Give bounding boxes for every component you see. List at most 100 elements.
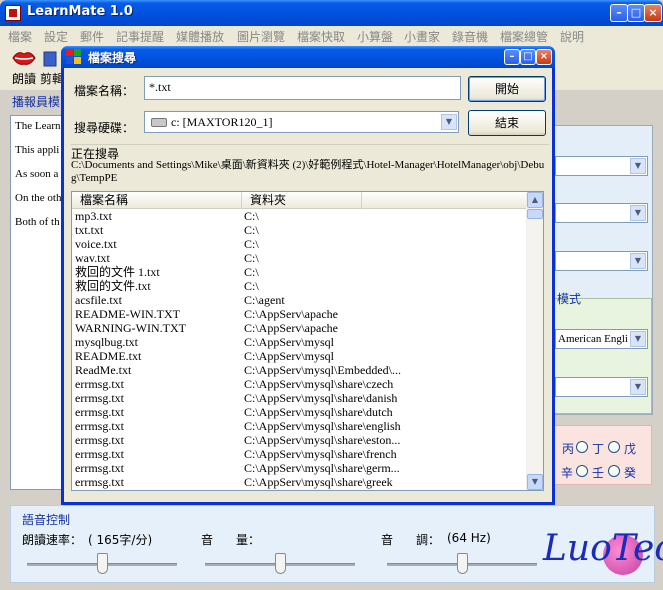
folder-cell: C:\	[244, 209, 259, 223]
vertical-scrollbar[interactable]: ▲ ▼	[526, 192, 543, 490]
list-item[interactable]: wav.txt C:\	[72, 251, 527, 265]
end-button[interactable]: 結束	[468, 110, 546, 136]
folder-cell: C:\	[244, 251, 259, 265]
scroll-up-icon[interactable]: ▲	[527, 192, 543, 208]
list-item[interactable]: WARNING-WIN.TXT C:\AppServ\apache	[72, 321, 527, 335]
radio-button[interactable]	[576, 441, 588, 453]
cut-icon[interactable]	[42, 50, 58, 68]
document-text-area[interactable]: The Learn choosing file. This appli spee…	[10, 115, 65, 490]
close-button[interactable]: ×	[644, 4, 662, 22]
column-filename[interactable]: 檔案名稱	[72, 192, 242, 209]
list-item[interactable]: errmsg.txt C:\AppServ\mysql\share\czech	[72, 377, 527, 391]
dialog-close-button[interactable]: ×	[536, 49, 552, 65]
rate-slider-thumb[interactable]	[97, 553, 108, 574]
menubar: 檔案 設定 郵件 記事提醒 媒體播放 圖片瀏覽 檔案快取 小算盤 小畫家 錄音機…	[0, 26, 663, 46]
list-item[interactable]: errmsg.txt C:\AppServ\mysql\share\germ...	[72, 461, 527, 475]
list-item[interactable]: acsfile.txt C:\agent	[72, 293, 527, 307]
hard-drive-icon	[151, 118, 167, 127]
list-item[interactable]: errmsg.txt C:\AppServ\mysql\share\english	[72, 419, 527, 433]
menu-reminder[interactable]: 記事提醒	[116, 28, 164, 45]
minimize-button[interactable]: –	[610, 4, 628, 22]
option-select-4[interactable]: ▼	[555, 377, 648, 397]
folder-cell: C:\	[244, 279, 259, 293]
pitch-slider-thumb[interactable]	[457, 553, 468, 574]
maximize-button[interactable]: □	[627, 4, 645, 22]
folder-cell: C:\agent	[244, 293, 285, 307]
start-search-button[interactable]: 開始	[468, 76, 546, 102]
folder-cell: C:\AppServ\mysql\share\dutch	[244, 405, 393, 419]
chevron-down-icon[interactable]: ▼	[630, 205, 646, 221]
volume-slider-thumb[interactable]	[275, 553, 286, 574]
main-titlebar[interactable]: LearnMate 1.0 – □ ×	[0, 0, 663, 26]
dialog-titlebar[interactable]: 檔案搜尋 – □ ×	[61, 46, 555, 68]
read-aloud-label[interactable]: 朗讀	[12, 70, 36, 87]
chevron-down-icon[interactable]: ▼	[630, 331, 646, 347]
radio-button[interactable]	[608, 441, 620, 453]
chevron-down-icon[interactable]: ▼	[630, 158, 646, 174]
drive-select[interactable]: c: [MAXTOR120_1] ▼	[144, 111, 459, 133]
app-title: LearnMate 1.0	[27, 4, 133, 19]
menu-image[interactable]: 圖片瀏覽	[237, 28, 285, 45]
voice-select[interactable]: American Engli ▼	[555, 329, 648, 349]
radio-button[interactable]	[576, 465, 588, 477]
menu-media[interactable]: 媒體播放	[176, 28, 224, 45]
paragraph: On the oth converted audio file	[15, 192, 64, 204]
file-name-cell: wav.txt	[75, 251, 110, 265]
chevron-down-icon[interactable]: ▼	[630, 253, 646, 269]
menu-settings[interactable]: 設定	[44, 28, 68, 45]
scroll-thumb[interactable]	[527, 209, 543, 219]
results-list[interactable]: 檔案名稱 資料夾 mp3.txt C:\ txt.txt C:\ voice.txt C:…	[71, 191, 544, 491]
filename-input[interactable]: *.txt	[144, 76, 461, 100]
list-item[interactable]: errmsg.txt C:\AppServ\mysql\share\eston..…	[72, 433, 527, 447]
folder-cell: C:\AppServ\mysql	[244, 335, 335, 349]
list-item[interactable]: voice.txt C:\	[72, 237, 527, 251]
list-item[interactable]: README.txt C:\AppServ\mysql	[72, 349, 527, 363]
list-item[interactable]: README-WIN.TXT C:\AppServ\apache	[72, 307, 527, 321]
menu-cache[interactable]: 檔案快取	[297, 28, 345, 45]
menu-file[interactable]: 檔案	[8, 28, 32, 45]
menu-recorder[interactable]: 錄音機	[452, 28, 488, 45]
volume-label-b: 量：	[236, 533, 261, 547]
file-name-cell: errmsg.txt	[75, 475, 124, 489]
app-window-icon	[66, 49, 81, 64]
lips-icon[interactable]	[12, 48, 36, 68]
luotec-logo: LuoTec	[543, 528, 663, 569]
folder-cell: C:\	[244, 265, 259, 279]
file-name-cell: txt.txt	[75, 223, 104, 237]
menu-mail[interactable]: 郵件	[80, 28, 104, 45]
list-item[interactable]: 救回的文件.txt C:\	[72, 279, 527, 293]
scroll-down-icon[interactable]: ▼	[527, 474, 543, 490]
dialog-minimize-button[interactable]: –	[504, 49, 520, 65]
chevron-down-icon[interactable]: ▼	[630, 379, 646, 395]
list-item[interactable]: ReadMe.txt C:\AppServ\mysql\Embedded\...	[72, 363, 527, 377]
list-item[interactable]: errmsg.txt C:\AppServ\mysql\share\french	[72, 447, 527, 461]
list-item[interactable]: txt.txt C:\	[72, 223, 527, 237]
list-item[interactable]: errmsg.txt C:\AppServ\mysql\share\danish	[72, 391, 527, 405]
radio-label: 癸	[624, 466, 637, 480]
option-select-3[interactable]: ▼	[555, 251, 648, 271]
file-name-cell: voice.txt	[75, 237, 117, 251]
menu-paint[interactable]: 小畫家	[404, 28, 440, 45]
column-folder[interactable]: 資料夾	[242, 192, 362, 209]
dialog-maximize-button[interactable]: □	[520, 49, 536, 65]
file-name-cell: ReadMe.txt	[75, 363, 132, 377]
list-item[interactable]: mp3.txt C:\	[72, 209, 527, 223]
file-name-cell: README-WIN.TXT	[75, 307, 180, 321]
list-item[interactable]: 救回的文件 1.txt C:\	[72, 265, 527, 279]
menu-help[interactable]: 說明	[560, 28, 584, 45]
file-search-dialog: 檔案搜尋 – □ × 檔案名稱： *.txt 搜尋硬碟： c: [MAXTOR1…	[61, 46, 555, 505]
menu-calculator[interactable]: 小算盤	[357, 28, 393, 45]
radio-button[interactable]	[608, 465, 620, 477]
folder-cell: C:\AppServ\mysql\share\french	[244, 447, 397, 461]
chevron-down-icon[interactable]: ▼	[441, 114, 457, 130]
file-name-cell: errmsg.txt	[75, 419, 124, 433]
voice-select-value: American Engli	[558, 333, 628, 345]
list-item[interactable]: errmsg.txt C:\AppServ\mysql\share\greek	[72, 475, 527, 489]
menu-explorer[interactable]: 檔案總管	[500, 28, 548, 45]
option-select-1[interactable]: ▼	[555, 156, 648, 176]
list-item[interactable]: errmsg.txt C:\AppServ\mysql\share\dutch	[72, 405, 527, 419]
list-item[interactable]: mysqlbug.txt C:\AppServ\mysql	[72, 335, 527, 349]
radio-label: 丁	[592, 442, 605, 456]
option-select-2[interactable]: ▼	[555, 203, 648, 223]
folder-cell: C:\AppServ\mysql\share\germ...	[244, 461, 400, 475]
